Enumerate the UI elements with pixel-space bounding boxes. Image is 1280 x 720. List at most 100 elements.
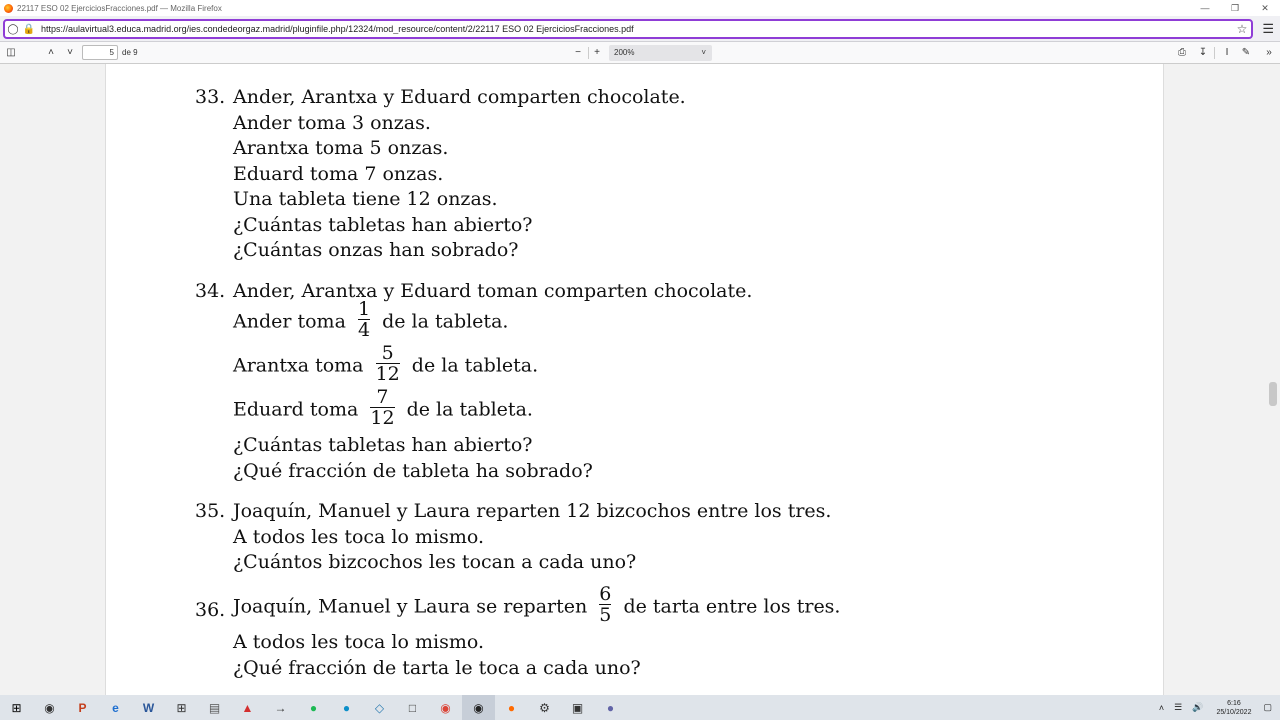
zoom-in-icon[interactable]: + — [590, 45, 604, 61]
shield-icon[interactable]: ◯ — [5, 24, 21, 35]
wifi-icon[interactable]: ☰ — [1174, 702, 1182, 713]
navigation-bar: ◯ 🔒 https://aulavirtual3.educa.madrid.or… — [0, 16, 1280, 42]
problem-line: ¿Cuántas tabletas han abierto? — [233, 434, 533, 456]
notification-icon[interactable]: ▢ — [1263, 702, 1272, 713]
problem-number: 35. — [195, 500, 226, 522]
pdf-viewer[interactable]: 33. Ander, Arantxa y Eduard comparten ch… — [0, 64, 1280, 695]
windows-taskbar: ⊞ ◉ P e W ⊞ ▤ ▲ → ● ● ◇ □ ◉ ◉ ● ⚙ ▣ ● ˄ … — [0, 695, 1280, 720]
file-icon[interactable]: □ — [396, 695, 429, 720]
fraction-numerator: 7 — [376, 386, 389, 408]
toolbar-divider — [588, 47, 589, 59]
problem-line: Ander, Arantxa y Eduard toman comparten … — [233, 280, 753, 302]
pencil-icon[interactable]: ✎ — [1239, 45, 1253, 61]
window-title: 22117 ESO 02 EjerciciosFracciones.pdf — … — [17, 3, 222, 13]
powerpoint-icon[interactable]: P — [66, 695, 99, 720]
fraction-numerator: 1 — [357, 298, 371, 320]
teams-icon[interactable]: ● — [594, 695, 627, 720]
scrollbar-thumb[interactable] — [1269, 382, 1277, 406]
fraction: 5 12 — [375, 342, 400, 385]
notes-icon[interactable]: ◇ — [363, 695, 396, 720]
obs-icon[interactable]: ◉ — [462, 695, 495, 720]
maximize-button[interactable]: ❐ — [1220, 3, 1250, 14]
clock-date: 25/10/2022 — [1216, 708, 1252, 716]
firefox-logo-icon — [4, 3, 13, 13]
fraction-line-text: Joaquín, Manuel y Laura se reparten — [233, 595, 588, 618]
firefox-icon[interactable]: ● — [495, 695, 528, 720]
problem-line: ¿Qué fracción de tarta le toca a cada un… — [233, 657, 641, 679]
fraction-line-text: Ander toma — [233, 310, 346, 333]
start-icon[interactable]: ⊞ — [0, 695, 33, 720]
edge-icon[interactable]: ● — [330, 695, 363, 720]
word-icon[interactable]: W — [132, 695, 165, 720]
problem-line: Ander toma 3 onzas. — [233, 112, 431, 134]
address-bar[interactable]: ◯ 🔒 https://aulavirtual3.educa.madrid.or… — [3, 19, 1253, 39]
problem-line: Ander, Arantxa y Eduard comparten chocol… — [233, 86, 686, 108]
fraction: 6 5 — [599, 583, 612, 626]
fraction-line-text: Arantxa toma — [233, 354, 364, 377]
more-tools-icon[interactable]: » — [1262, 45, 1276, 61]
page-number-input[interactable]: 5 — [82, 45, 118, 60]
fraction-line: Arantxa toma 5 12 de la tableta. — [233, 342, 539, 387]
snipping-icon[interactable]: → — [264, 695, 297, 720]
app-icon[interactable]: ⊞ — [165, 695, 198, 720]
clock[interactable]: 6:16 25/10/2022 — [1216, 699, 1251, 717]
next-page-icon[interactable]: ˅ — [63, 45, 77, 61]
lock-icon[interactable]: 🔒 — [21, 24, 37, 35]
fraction-numerator: 6 — [599, 583, 612, 605]
problem-number: 34. — [195, 280, 226, 302]
problem-line: Arantxa toma 5 onzas. — [233, 137, 449, 159]
zoom-value: 200% — [614, 48, 635, 57]
calculator-icon[interactable]: ▤ — [198, 695, 231, 720]
fraction-line-text: de la tableta. — [382, 310, 509, 333]
fraction-numerator: 5 — [381, 342, 394, 364]
problem-line: Una tableta tiene 12 onzas. — [233, 188, 498, 210]
zoom-out-icon[interactable]: − — [571, 45, 585, 61]
acrobat-icon[interactable]: ▲ — [231, 695, 264, 720]
system-tray: ˄ ☰ 🔊 6:16 25/10/2022 ▢ — [1154, 695, 1280, 720]
fraction-line: Joaquín, Manuel y Laura se reparten 6 5 … — [233, 583, 841, 628]
problem-line: Eduard toma 7 onzas. — [233, 163, 444, 185]
problem-line: ¿Cuántas tabletas han abierto? — [233, 214, 533, 236]
toolbar-divider — [1214, 47, 1215, 59]
fraction-denominator: 12 — [370, 407, 395, 429]
gear-icon[interactable]: ⚙ — [528, 695, 561, 720]
window-titlebar: 22117 ESO 02 EjerciciosFracciones.pdf — … — [0, 0, 1280, 16]
problem-line: A todos les toca lo mismo. — [233, 526, 484, 548]
fraction: 1 4 — [357, 298, 371, 341]
problem-line: Joaquín, Manuel y Laura reparten 12 bizc… — [233, 500, 832, 522]
zoom-select[interactable]: 200% ˅ — [609, 45, 712, 61]
save-icon[interactable]: ↧ — [1196, 45, 1210, 61]
page-count: de 9 — [122, 48, 138, 57]
screen-icon[interactable]: ▣ — [561, 695, 594, 720]
problem-number: 33. — [195, 86, 226, 108]
fraction-line-text: de tarta entre los tres. — [623, 595, 841, 618]
camera-icon[interactable]: ◉ — [33, 695, 66, 720]
fraction-line-text: Eduard toma — [233, 398, 359, 421]
chevron-down-icon: ˅ — [701, 48, 706, 57]
url-text[interactable]: https://aulavirtual3.educa.madrid.org/ie… — [37, 24, 1233, 34]
chevron-up-icon[interactable]: ˄ — [1159, 703, 1164, 713]
fraction-line: Eduard toma 7 12 de la tableta. — [233, 386, 533, 431]
fraction-denominator: 12 — [375, 363, 400, 385]
chrome-icon[interactable]: ◉ — [429, 695, 462, 720]
minimize-button[interactable]: — — [1190, 3, 1220, 13]
previous-page-icon[interactable]: ˄ — [44, 45, 58, 61]
hamburger-menu-icon[interactable]: ☰ — [1262, 21, 1274, 37]
bookmark-star-icon[interactable]: ☆ — [1233, 22, 1251, 36]
problem-line: ¿Cuántos bizcochos les tocan a cada uno? — [233, 551, 637, 573]
spotify-icon[interactable]: ● — [297, 695, 330, 720]
volume-icon[interactable]: 🔊 — [1192, 702, 1203, 713]
problem-line: ¿Qué fracción de tableta ha sobrado? — [233, 460, 593, 482]
fraction-line-text: de la tableta. — [406, 398, 533, 421]
fraction: 7 12 — [370, 386, 395, 429]
fraction-denominator: 5 — [599, 604, 612, 626]
close-button[interactable]: ✕ — [1250, 3, 1280, 14]
fraction-line-text: de la tableta. — [411, 354, 539, 377]
edge-legacy-icon[interactable]: e — [99, 695, 132, 720]
print-icon[interactable]: ⎙ — [1175, 45, 1189, 61]
text-cursor-icon[interactable]: I — [1220, 45, 1234, 61]
problem-line: ¿Cuántas onzas han sobrado? — [233, 239, 519, 261]
sidebar-toggle-icon[interactable]: ◫ — [4, 45, 18, 61]
fraction-denominator: 4 — [357, 319, 371, 341]
clock-time: 6:16 — [1227, 699, 1241, 707]
